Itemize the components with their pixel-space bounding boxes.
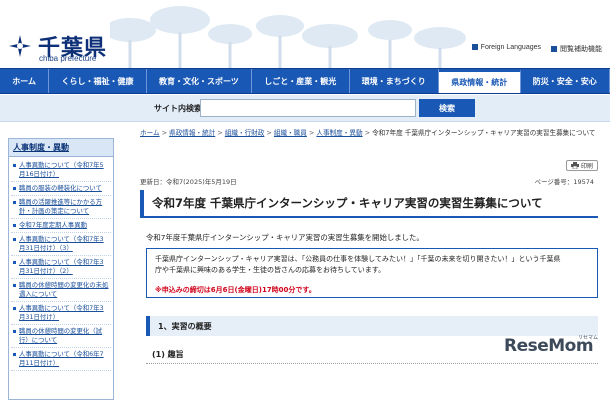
breadcrumb-separator-icon: > [266,129,272,137]
global-navigation: ホーム くらし・福祉・健康 教育・文化・スポーツ しごと・産業・観光 環境・まち… [0,68,610,94]
sidebar: 人事制度・異動 人事異動について（令和7年5月16日付け） 職員の服装の軽装化に… [8,138,114,400]
nav-home[interactable]: ホーム [0,69,50,93]
breadcrumb-link[interactable]: 組織・職員 [274,129,307,137]
sidebar-item[interactable]: 令和7年度定期人事異動 [11,219,111,233]
breadcrumb-link[interactable]: 組織・行財政 [225,129,265,137]
print-button[interactable]: 印刷 [566,160,598,171]
sidebar-item[interactable]: 人事異動について（令和7年3月31日付け）（2） [11,256,111,279]
notice-box: 千葉県庁インターンシップ・キャリア実習は、「公務員の仕事を体験してみたい！」「千… [146,248,598,298]
deadline-notice: ※申込みの締切は6月6日(金曜日)17時00分です。 [155,286,316,294]
header-utility-links: Foreign Languages 閲覧補助機能 [471,44,602,54]
search-button[interactable]: 検索 [419,99,475,117]
nav-living-welfare-health[interactable]: くらし・福祉・健康 [49,69,147,93]
sidebar-list: 人事異動について（令和7年5月16日付け） 職員の服装の軽装化について 職員の活… [9,157,113,371]
section-heading: 1、実習の概要 [146,316,598,336]
nav-environment-town[interactable]: 環境・まちづくり [350,69,440,93]
printer-icon [570,162,579,169]
square-bullet-icon [471,44,478,50]
print-label: 印刷 [580,163,593,170]
sidebar-item[interactable]: 人事異動について（令和7年5月16日付け） [11,159,111,182]
page-meta: 更新日：令和7(2025)年5月19日 ページ番号：19574 [140,176,598,186]
search-input[interactable] [200,99,416,117]
chiba-emblem-icon [9,35,31,57]
sidebar-item[interactable]: 人事異動について（令和7年3月31日付け） [11,302,111,325]
sidebar-item[interactable]: 職員の活躍推進等にかかる方針・計画の策定について [11,196,111,219]
breadcrumb-link[interactable]: ホーム [140,129,160,137]
accessibility-link[interactable]: 閲覧補助機能 [551,44,602,54]
nav-government-statistics[interactable]: 県政情報・統計 [439,69,521,93]
notice-line: 庁や千葉県に興味のある学生・生徒の皆さんの応募をお待ちしています。 [155,266,386,274]
intro-text: 令和7年度千葉県庁インターンシップ・キャリア実習の実習生募集を開始しました。 [146,233,424,242]
chiba-logo[interactable]: 千葉県 chiba prefecture [6,28,126,64]
resemom-watermark: ReseMom リセマム [504,335,604,366]
site-search-bar: サイト内検索 検索 [0,95,610,122]
decorative-trees-illustration [110,6,466,68]
breadcrumb-separator-icon: > [308,129,315,137]
breadcrumb-separator-icon: > [161,129,168,137]
page-title: 令和7年度 千葉県庁インターンシップ・キャリア実習の実習生募集について [140,190,598,218]
page-number: ページ番号：19574 [534,178,594,186]
breadcrumb-current: 令和7年度 千葉県庁インターンシップ・キャリア実習の実習生募集について [372,129,596,137]
breadcrumb: ホーム > 県政情報・統計 > 組織・行財政 > 組織・職員 > 人事制度・異動 > 令和7年度 千… [140,128,600,138]
nav-work-industry-tourism[interactable]: しごと・産業・観光 [252,69,350,93]
logo-subtitle: chiba prefecture [39,54,97,63]
site-header: 千葉県 chiba prefecture Foreign Languages 閲… [0,0,610,68]
foreign-languages-link[interactable]: Foreign Languages [471,44,541,54]
breadcrumb-link[interactable]: 県政情報・統計 [169,129,215,137]
sidebar-item[interactable]: 職員の休憩時間の変更化（試行）について [11,325,111,348]
search-label: サイト内検索 [154,104,202,113]
sidebar-item[interactable]: 人事異動について（令和6年7月11日付け） [11,348,111,371]
breadcrumb-separator-icon: > [217,129,223,137]
nav-disaster-safety[interactable]: 防災・安全・安心 [521,69,610,93]
notice-line: 千葉県庁インターンシップ・キャリア実習は、「公務員の仕事を体験してみたい！」「千… [155,255,561,263]
breadcrumb-separator-icon: > [364,129,371,137]
breadcrumb-link[interactable]: 人事制度・異動 [316,129,362,137]
sidebar-item[interactable]: 職員の服装の軽装化について [11,182,111,196]
updated-date: 更新日：令和7(2025)年5月19日 [140,178,237,186]
square-bullet-icon [551,46,557,52]
sidebar-item[interactable]: 職員の休憩時間の変更化の未処遇入について [11,279,111,302]
watermark-sub: リセマム [577,335,598,341]
sidebar-item[interactable]: 人事異動について（令和7年3月31日付け）（3） [11,233,111,256]
nav-education-culture-sports[interactable]: 教育・文化・スポーツ [147,69,253,93]
sidebar-title[interactable]: 人事制度・異動 [9,139,113,157]
